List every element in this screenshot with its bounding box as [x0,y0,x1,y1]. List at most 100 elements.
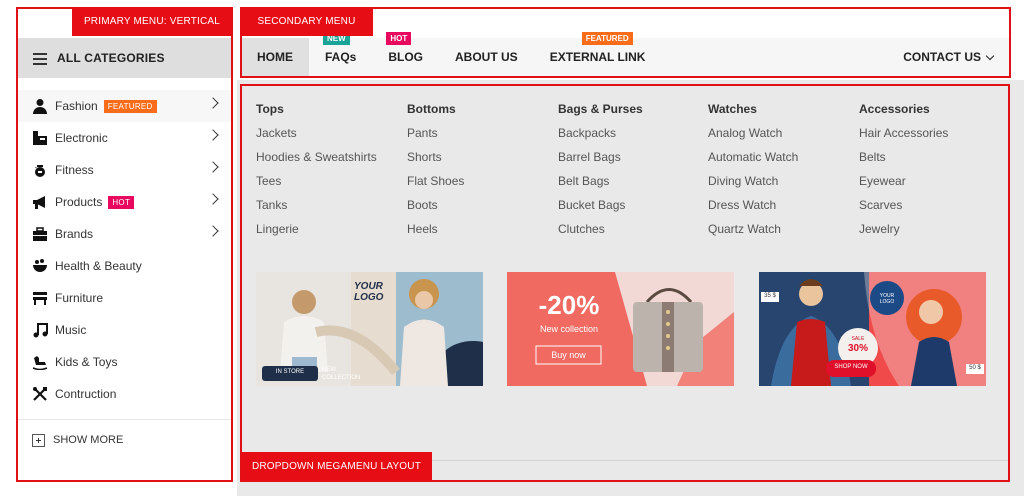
mega-link[interactable]: Belt Bags [558,174,698,198]
category-item-products[interactable]: Products HOT [17,186,231,218]
category-item-health-beauty[interactable]: Health & Beauty [17,250,231,282]
price-tag-right: 50 $ [969,365,981,371]
column-title[interactable]: Tops [256,102,396,116]
mega-link[interactable]: Flat Shoes [407,174,547,198]
category-label: Fitness [55,163,94,177]
nav-label: FAQs [325,50,357,64]
nav-label: ABOUT US [455,50,518,64]
category-label: Brands [55,227,94,241]
mega-column-watches: Watches Analog Watch Automatic Watch Div… [708,102,848,246]
column-title[interactable]: Accessories [859,102,999,116]
nav-item-blog[interactable]: HOT BLOG [372,32,439,76]
hamburger-icon [33,52,47,65]
nav-label: HOME [257,50,293,64]
category-item-music[interactable]: Music [17,314,231,346]
show-more-button[interactable]: SHOW MORE [17,420,231,460]
nav-item-faqs[interactable]: NEW FAQs [309,32,372,76]
tools-icon [31,386,49,402]
mega-link[interactable]: Barrel Bags [558,150,698,174]
mega-link[interactable]: Pants [407,126,547,150]
category-label: Contruction [55,387,117,401]
mega-link[interactable]: Scarves [859,198,999,222]
chevron-right-icon [207,193,219,205]
mega-link[interactable]: Jewelry [859,222,999,246]
mega-link[interactable]: Hoodies & Sweatshirts [256,150,396,174]
category-label: Music [55,323,87,337]
mega-link[interactable]: Hair Accessories [859,126,999,150]
category-item-brands[interactable]: Brands [17,218,231,250]
banner-collection-label: NEW COLLECTION [322,367,361,381]
featured-badge: FEATURED [581,32,633,45]
category-label: Fashion [55,99,98,113]
mega-link[interactable]: Backpacks [558,126,698,150]
dropdown-annotation-label: DROPDOWN MEGAMENU LAYOUT [241,452,432,481]
category-item-furniture[interactable]: Furniture [17,282,231,314]
hot-badge: HOT [386,32,412,45]
chevron-right-icon [207,161,219,173]
kettlebell-icon [31,162,49,178]
category-item-contruction[interactable]: Contruction [17,378,231,410]
mega-link[interactable]: Bucket Bags [558,198,698,222]
mega-link[interactable]: Analog Watch [708,126,848,150]
show-more-label: SHOW MORE [53,434,124,446]
nav-label: BLOG [388,50,424,64]
category-list: Fashion FEATURED Electronic Fitness Prod… [17,78,231,410]
banner-fashion[interactable]: YOUR LOGO IN STORE NEW COLLECTION [256,272,483,386]
nav-item-external-link[interactable]: FEATURED EXTERNAL LINK [534,32,662,76]
banner-store-label: IN STORE [275,369,305,375]
all-categories-header[interactable]: ALL CATEGORIES [17,38,231,78]
banner-logo-text: YOUR LOGO [354,281,384,303]
chevron-right-icon [207,97,219,109]
nav-item-home[interactable]: HOME [241,38,309,76]
mega-link[interactable]: Tanks [256,198,396,222]
secondary-nav: HOME NEW FAQs HOT BLOG ABOUT US FEATURED… [241,32,1009,76]
mega-link[interactable]: Lingerie [256,222,396,246]
mega-link[interactable]: Diving Watch [708,174,848,198]
chevron-right-icon [207,129,219,141]
banner-logo-text: YOUR LOGO [879,293,895,305]
shop-now-button[interactable]: SHOP NOW [826,364,876,370]
mega-link[interactable]: Heels [407,222,547,246]
column-title[interactable]: Bottoms [407,102,547,116]
sale-label: SALE [851,336,865,342]
mega-link[interactable]: Boots [407,198,547,222]
all-categories-label: ALL CATEGORIES [57,51,165,65]
price-tag-left: 35 $ [764,293,776,299]
banner-subtitle: New collection [539,324,599,334]
category-item-fitness[interactable]: Fitness [17,154,231,186]
mega-link[interactable]: Automatic Watch [708,150,848,174]
nav-item-contact-us[interactable]: CONTACT US [887,38,1009,76]
primary-menu-annotation-label: PRIMARY MENU: VERTICAL [72,7,232,36]
mega-link[interactable]: Eyewear [859,174,999,198]
mega-link[interactable]: Dress Watch [708,198,848,222]
mega-link[interactable]: Shorts [407,150,547,174]
column-title[interactable]: Watches [708,102,848,116]
page: ALL CATEGORIES Fashion FEATURED Electron… [0,0,1024,496]
music-note-icon [31,322,49,338]
nav-item-about-us[interactable]: ABOUT US [439,38,534,76]
mega-column-bottoms: Bottoms Pants Shorts Flat Shoes Boots He… [407,102,547,246]
category-item-fashion[interactable]: Fashion FEATURED [17,90,231,122]
bench-icon [31,290,49,306]
plus-icon [32,433,45,447]
banner-shop[interactable]: 35 $ YOUR LOGO SALE 30% SHOP NOW 50 $ [759,272,986,386]
person-icon [31,98,49,114]
sale-percent: 30% [847,343,868,354]
featured-badge: FEATURED [103,99,157,113]
mega-link[interactable]: Tees [256,174,396,198]
category-item-electronic[interactable]: Electronic [17,122,231,154]
category-item-kids-toys[interactable]: Kids & Toys [17,346,231,378]
mega-link[interactable]: Jackets [256,126,396,150]
mega-link[interactable]: Belts [859,150,999,174]
column-title[interactable]: Bags & Purses [558,102,698,116]
mega-link[interactable]: Clutches [558,222,698,246]
chevron-right-icon [207,225,219,237]
hot-badge: HOT [108,195,135,209]
mega-link[interactable]: Quartz Watch [708,222,848,246]
banner-sale[interactable]: -20% New collection Buy now [507,272,734,386]
mega-column-tops: Tops Jackets Hoodies & Sweatshirts Tees … [256,102,396,246]
category-label: Furniture [55,291,104,305]
mega-column-bags-purses: Bags & Purses Backpacks Barrel Bags Belt… [558,102,698,246]
buy-now-button[interactable]: Buy now [536,346,601,364]
mega-column-accessories: Accessories Hair Accessories Belts Eyewe… [859,102,999,246]
